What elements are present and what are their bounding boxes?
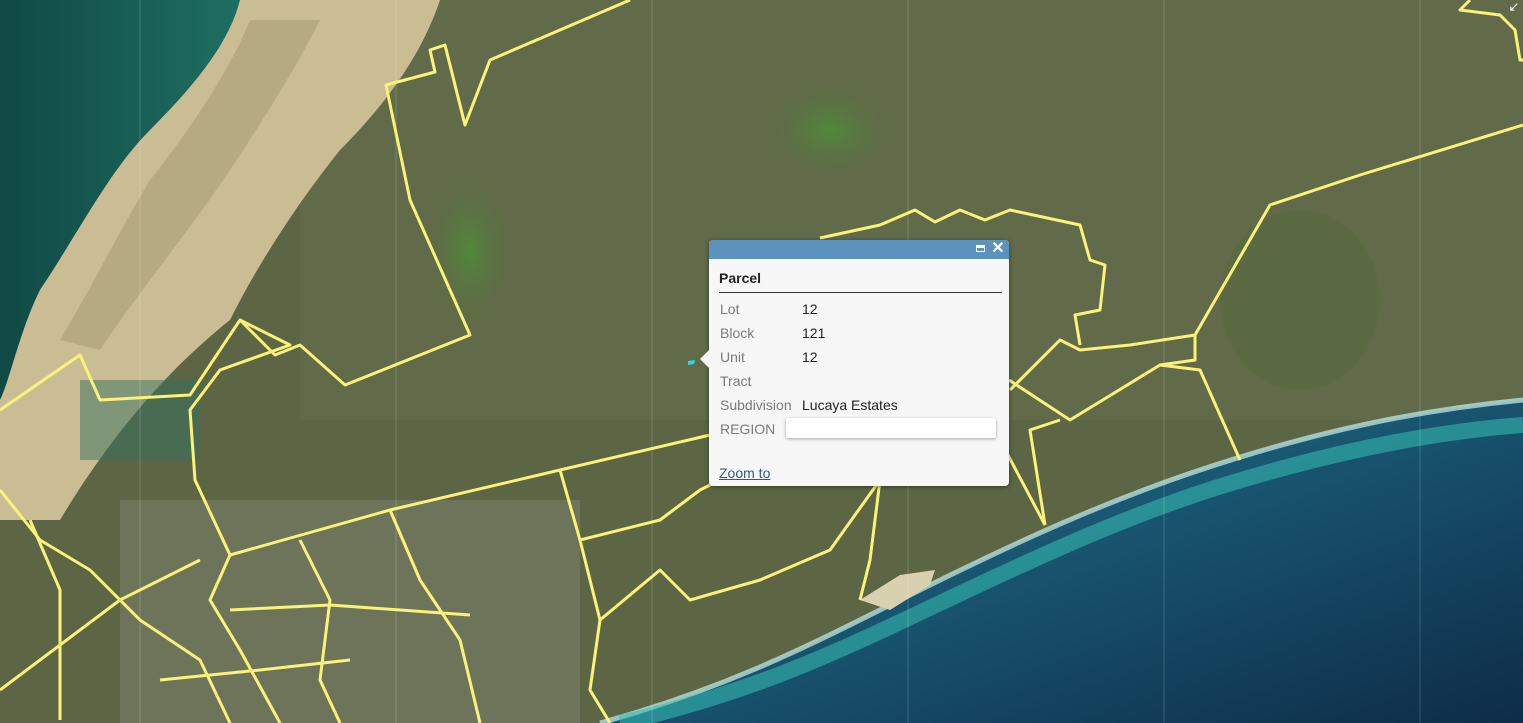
- vegetation-patch: [760, 80, 900, 180]
- popup-title: Parcel: [719, 270, 762, 286]
- close-icon[interactable]: ✕: [990, 241, 1006, 257]
- vegetation-patch: [1220, 210, 1380, 390]
- attribute-value: 121: [802, 325, 826, 341]
- town-area: [120, 500, 580, 723]
- attribute-value: 12: [802, 301, 818, 317]
- zoom-to-link[interactable]: Zoom to: [719, 465, 770, 481]
- attribute-key: Lot: [720, 301, 740, 317]
- title-divider: [719, 292, 1002, 293]
- attribute-row-region: REGION: [720, 418, 1010, 443]
- attribute-key: Tract: [720, 373, 752, 389]
- popup-header: ✕: [709, 240, 1009, 259]
- vegetation-patch: [425, 170, 515, 330]
- expand-arrow-icon[interactable]: ↙: [1507, 0, 1521, 14]
- attribute-value: Lucaya Estates: [802, 397, 898, 413]
- attribute-value: 12: [802, 349, 818, 365]
- attribute-key: Unit: [720, 349, 745, 365]
- parcel-popup: ✕ Parcel Lot 12 Block 121 Unit 12 Tract …: [700, 240, 1010, 486]
- attribute-key: Subdivision: [720, 397, 792, 413]
- maximize-icon[interactable]: [973, 241, 989, 257]
- region-value-box: [786, 418, 996, 438]
- attribute-key: Block: [720, 325, 755, 341]
- popup-pointer: [700, 350, 709, 368]
